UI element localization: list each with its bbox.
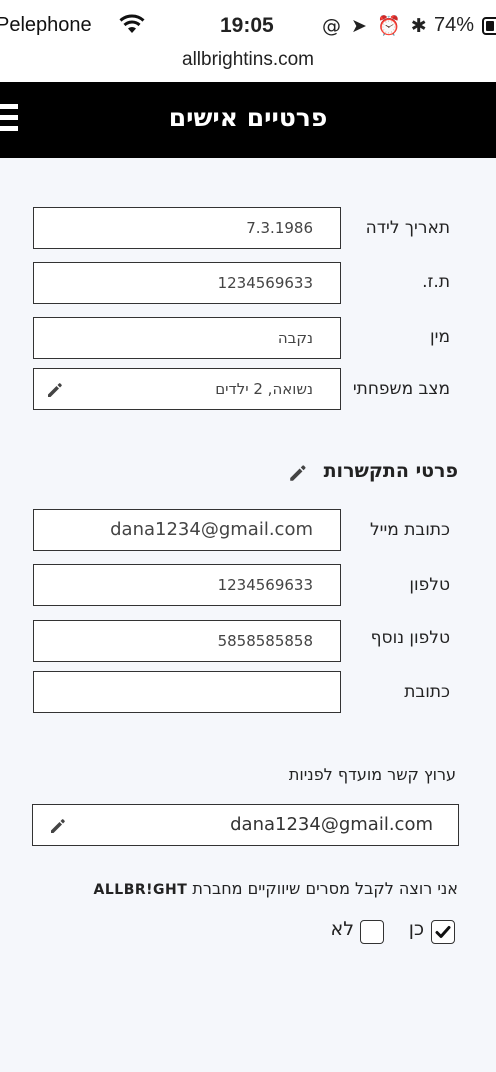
marital-status-field[interactable]: נשואה, 2 ילדים bbox=[33, 368, 341, 410]
birthdate-field: 7.3.1986 bbox=[33, 207, 341, 249]
gender-field: נקבה bbox=[33, 317, 341, 359]
contact-section-title: פרטי התקשרות bbox=[323, 460, 458, 482]
consent-no-option[interactable]: לא bbox=[320, 918, 390, 946]
preferred-channel-label: ערוץ קשר מועדף לפניות bbox=[288, 765, 456, 784]
preferred-channel-field[interactable]: dana1234@gmail.com bbox=[32, 804, 459, 846]
status-icons: @ ➤ ⏰ ✱ bbox=[322, 15, 429, 37]
carrier-name: Pelephone bbox=[0, 14, 92, 36]
consent-yes-option[interactable]: כן bbox=[378, 918, 458, 946]
clock: 19:05 bbox=[220, 14, 274, 37]
address-label: כתובת bbox=[404, 682, 450, 702]
battery-icon bbox=[482, 17, 496, 35]
page-header: פרטיים אישים bbox=[0, 82, 496, 158]
email-field[interactable]: dana1234@gmail.com bbox=[33, 509, 341, 551]
battery-percent: 74% bbox=[434, 14, 475, 36]
gender-label: מין bbox=[430, 327, 450, 347]
extra-phone-label: טלפון נוסף bbox=[370, 628, 450, 648]
id-number-field: 1234569633 bbox=[33, 262, 341, 304]
page-title: פרטיים אישים bbox=[168, 103, 328, 132]
email-label: כתובת מייל bbox=[369, 520, 450, 540]
yes-checkbox[interactable] bbox=[431, 920, 455, 944]
wifi-icon bbox=[119, 14, 145, 33]
marital-status-value: נשואה, 2 ילדים bbox=[215, 380, 313, 398]
birthdate-label: תאריך לידה bbox=[365, 218, 450, 238]
birthdate-value: 7.3.1986 bbox=[246, 219, 313, 237]
pencil-icon[interactable] bbox=[49, 817, 67, 835]
consent-label: אני רוצה לקבל מסרים שיווקיים מחברת bbox=[192, 879, 458, 898]
marital-status-label: מצב משפחתי bbox=[352, 379, 450, 399]
id-number-label: ת.ז. bbox=[422, 272, 450, 292]
gender-value: נקבה bbox=[277, 329, 313, 347]
no-label: לא bbox=[330, 918, 355, 940]
extra-phone-value: 5858585858 bbox=[217, 632, 313, 650]
pencil-icon[interactable] bbox=[288, 463, 308, 483]
url-text: allbrightins.com bbox=[182, 49, 314, 70]
id-number-value: 1234569633 bbox=[217, 274, 313, 292]
address-field[interactable] bbox=[33, 671, 341, 713]
extra-phone-field[interactable]: 5858585858 bbox=[33, 620, 341, 662]
address-bar[interactable]: allbrightins.com bbox=[0, 44, 496, 82]
checkmark-icon bbox=[435, 926, 451, 938]
pencil-icon[interactable] bbox=[46, 381, 64, 399]
email-value: dana1234@gmail.com bbox=[110, 519, 313, 540]
status-bar: Pelephone 19:05 @ ➤ ⏰ ✱ 74% bbox=[0, 0, 496, 44]
phone-field[interactable]: 1234569633 bbox=[33, 564, 341, 606]
marketing-consent-text: אני רוצה לקבל מסרים שיווקיים מחברת ALLBR… bbox=[94, 879, 458, 898]
phone-value: 1234569633 bbox=[217, 576, 313, 594]
phone-label: טלפון bbox=[409, 575, 450, 595]
no-checkbox[interactable] bbox=[360, 920, 384, 944]
yes-label: כן bbox=[408, 918, 424, 940]
preferred-channel-value: dana1234@gmail.com bbox=[230, 814, 433, 835]
brand-logo: ALLBR!GHT bbox=[93, 882, 188, 898]
